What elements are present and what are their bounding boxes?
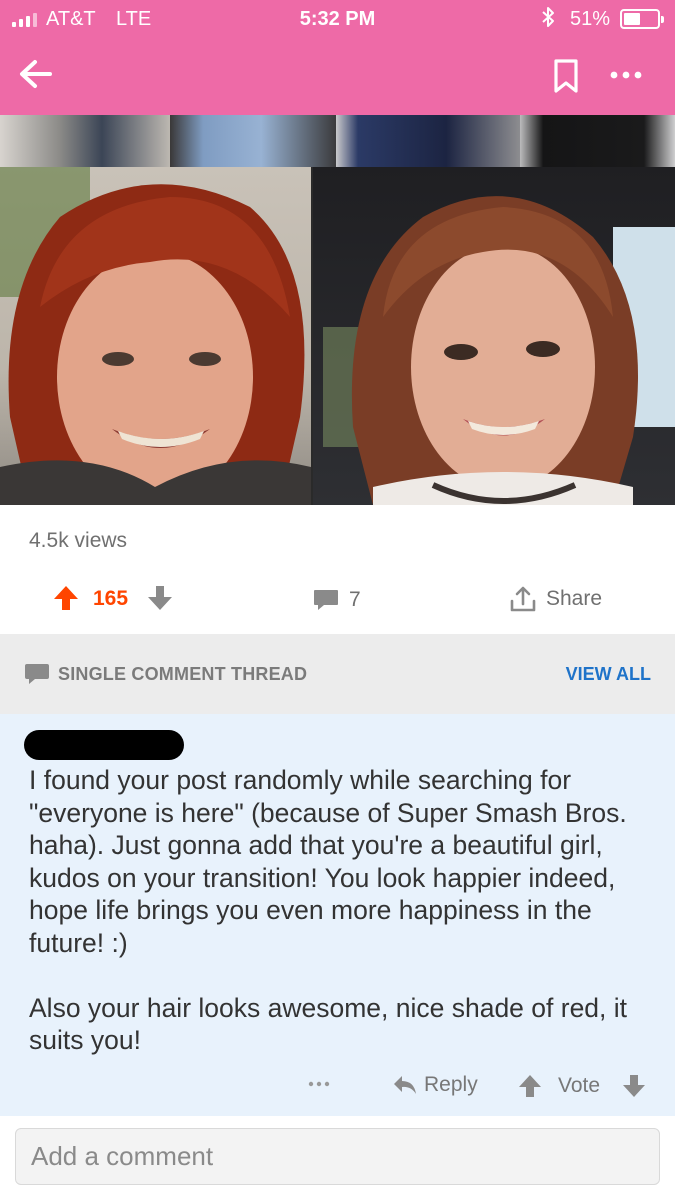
post-score: 165 [93,587,129,610]
comment-count: 7 [349,588,361,611]
view-count: 4.5k views [29,529,128,552]
single-comment-thread-bar: SINGLE COMMENT THREAD VIEW ALL [0,634,675,714]
image-strip-center-right [336,115,520,167]
share-icon [510,586,536,612]
share-label: Share [546,587,603,610]
share-button[interactable]: Share [508,584,602,614]
upvote-arrow-icon[interactable] [52,584,80,612]
comments-button[interactable]: 7 [312,588,361,612]
comment-body: I found your post randomly while searchi… [29,764,639,1057]
app-header: AT&T LTE 5:32 PM 51% [0,0,675,115]
more-dots-icon[interactable] [608,60,644,90]
post-image[interactable] [0,115,675,505]
battery-percent: 51% [570,8,611,30]
downvote-arrow-icon[interactable] [620,1072,648,1100]
back-arrow-icon[interactable] [16,54,56,94]
redacted-username[interactable] [24,730,184,760]
after-photo [313,167,675,505]
reply-button[interactable]: Reply [392,1070,478,1100]
image-strip-center-left [170,115,336,167]
status-bar: AT&T LTE 5:32 PM 51% [0,0,675,38]
bluetooth-icon [542,7,554,27]
more-dots-icon[interactable] [306,1074,332,1094]
image-strip-left [0,115,170,167]
thread-title: SINGLE COMMENT THREAD [58,664,308,684]
comment-bubble-icon [25,664,49,684]
reply-label: Reply [424,1073,478,1096]
bookmark-icon[interactable] [551,58,581,94]
image-strip-right [520,115,675,167]
reply-arrow-icon [394,1076,416,1094]
comment-bubble-icon [314,590,338,610]
before-photo [0,167,311,505]
comment-composer [0,1116,675,1200]
comment-paragraph: Also your hair looks awesome, nice shade… [29,992,628,1056]
post-action-bar: 165 7 Share [0,580,675,620]
battery-icon [620,9,664,29]
comment-paragraph: I found your post randomly while searchi… [29,765,627,958]
view-all-link[interactable]: VIEW ALL [566,664,651,685]
downvote-arrow-icon[interactable] [146,584,174,612]
add-comment-input[interactable] [15,1128,660,1185]
comment: I found your post randomly while searchi… [0,714,675,1116]
upvote-arrow-icon[interactable] [516,1072,544,1100]
vote-label: Vote [558,1074,601,1097]
